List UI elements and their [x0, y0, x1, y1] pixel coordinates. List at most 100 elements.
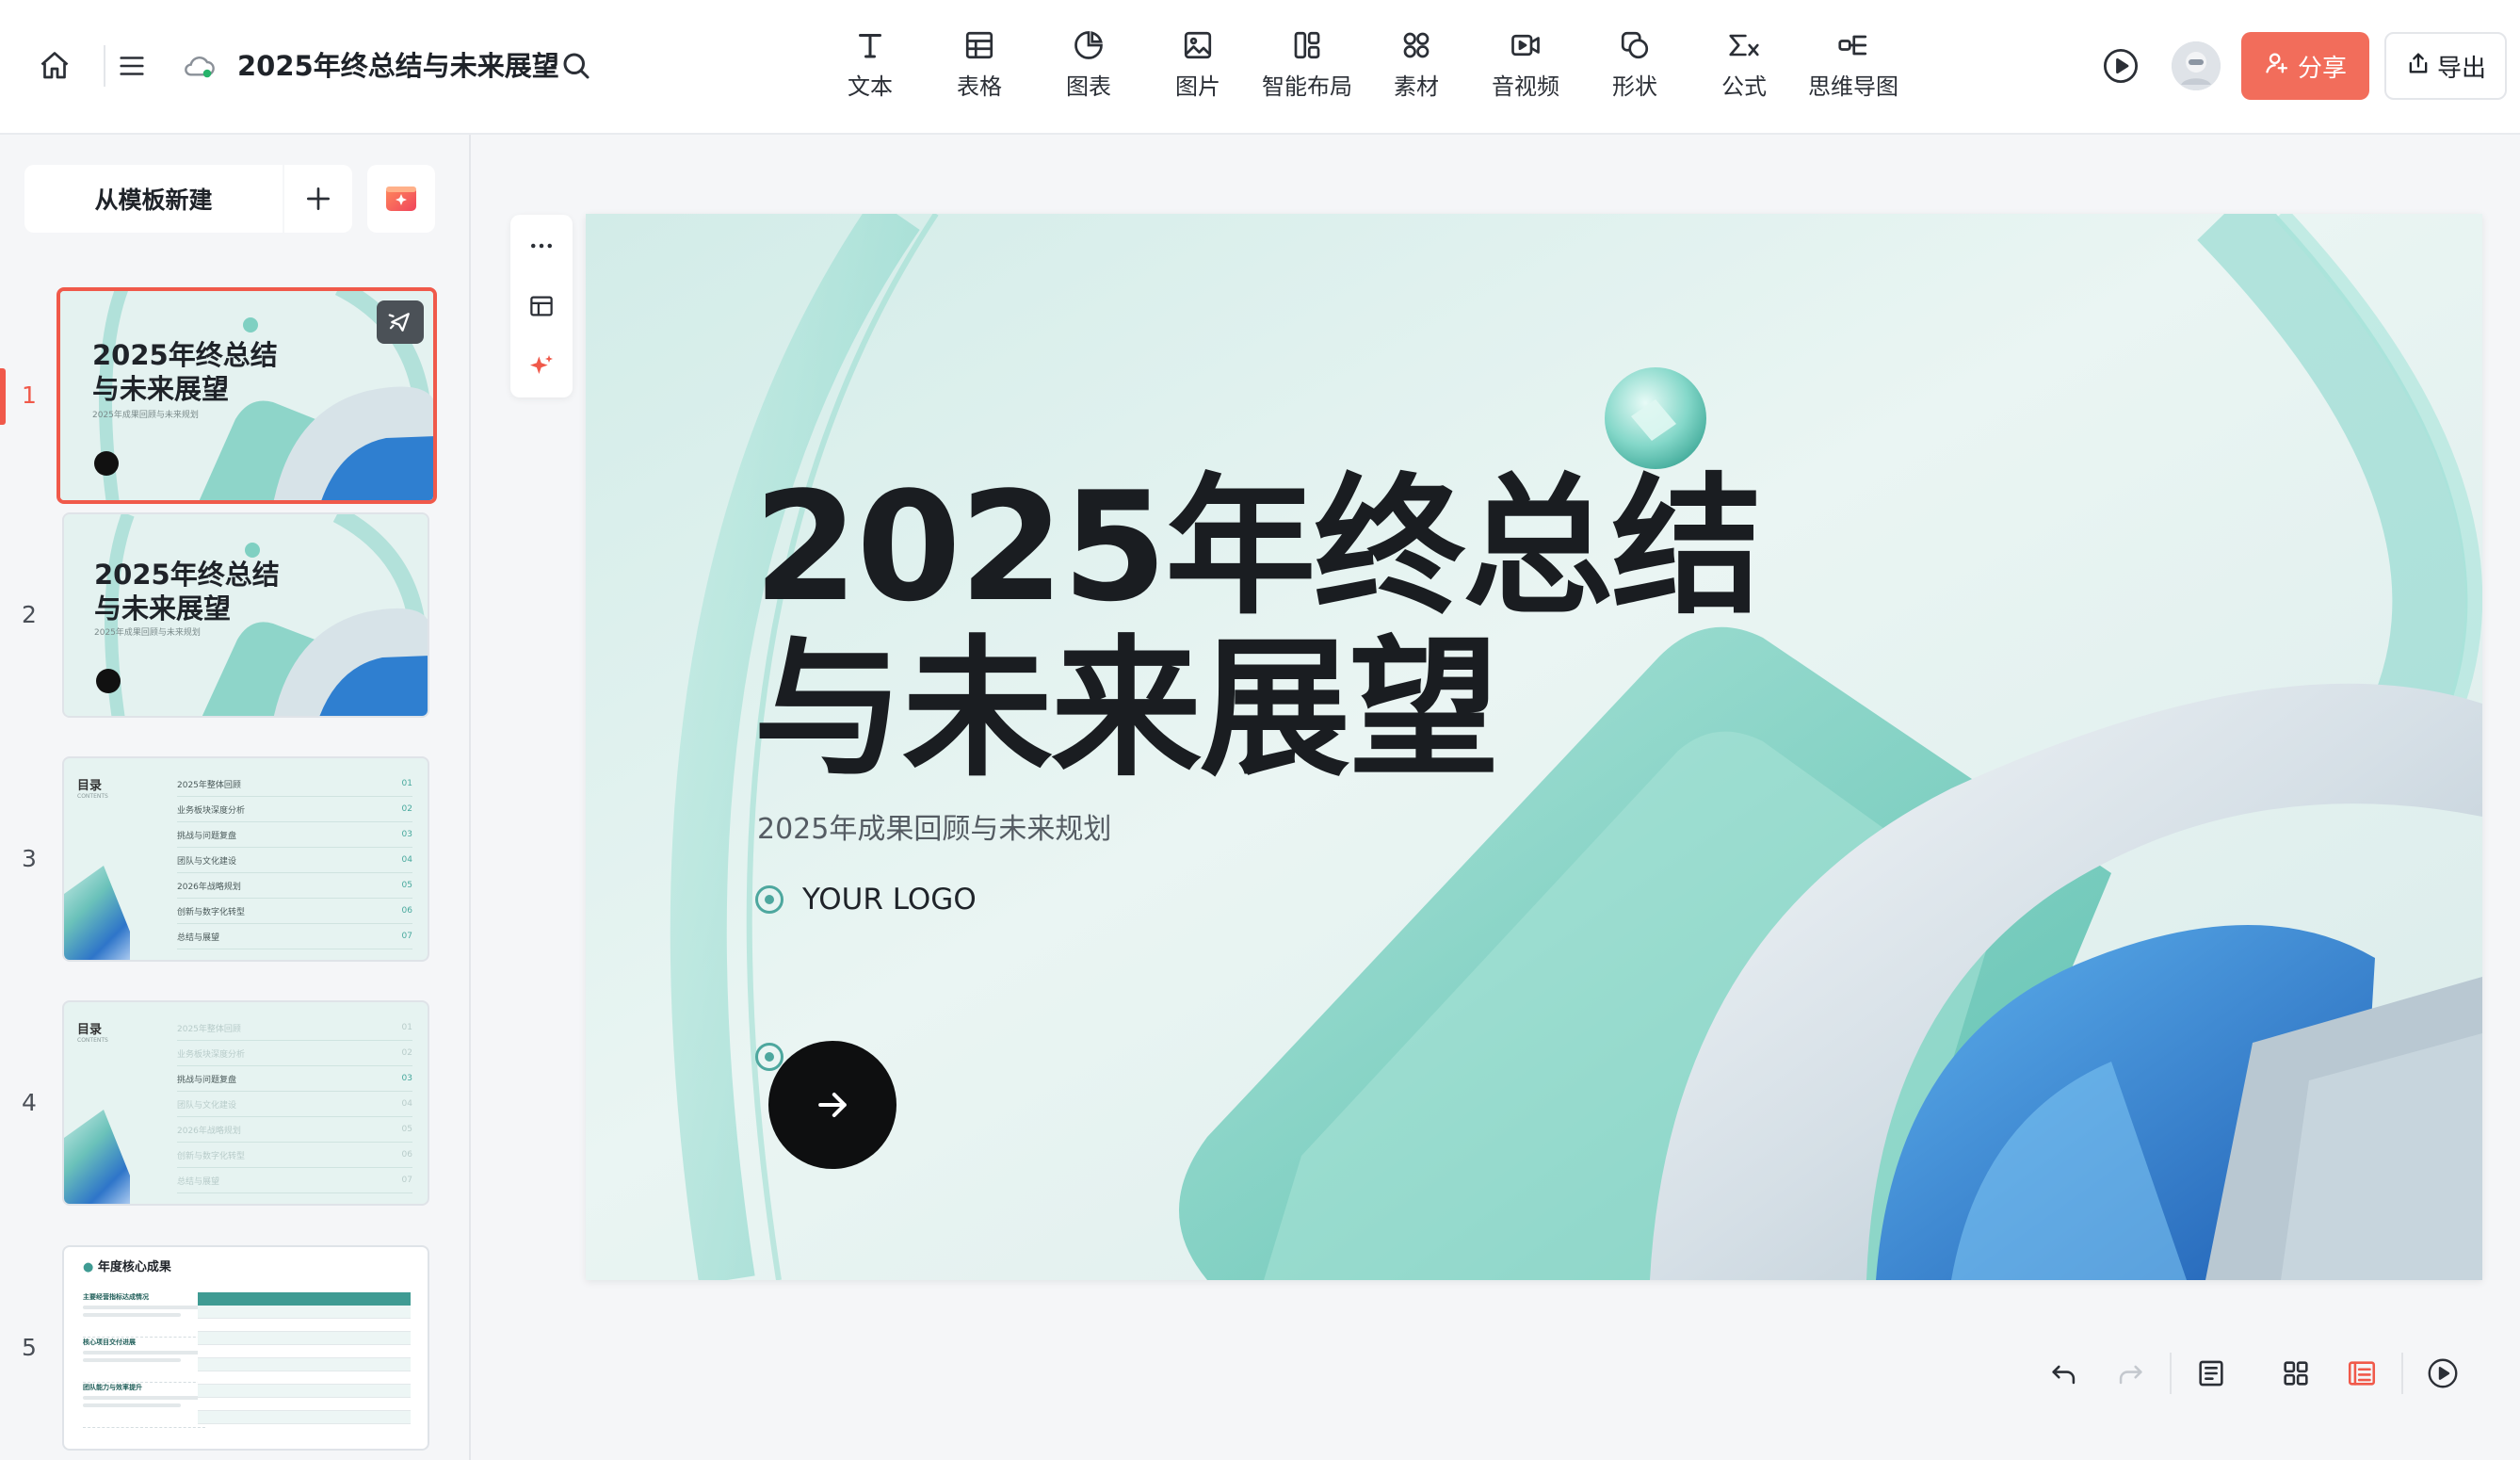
tool-smart-layout[interactable]: 智能布局: [1252, 24, 1362, 111]
toc-heading: 目录 CONTENTS: [77, 1023, 108, 1044]
image-icon: [1177, 24, 1219, 66]
toc-row: 2025年整体回顾 01: [177, 1015, 412, 1041]
tool-formula[interactable]: 公式: [1689, 24, 1799, 111]
video-icon: [1505, 24, 1546, 66]
table-header: [198, 1292, 411, 1306]
animation-badge-icon[interactable]: [377, 300, 424, 344]
undo-icon[interactable]: [2038, 1347, 2091, 1400]
document-title[interactable]: 2025年终总结与未来展望: [237, 45, 559, 87]
header-divider: [104, 45, 105, 87]
slide-thumbnail-1[interactable]: 1 2025年终总结 与未来展望 2025年成果回顾与未来规划: [0, 287, 471, 504]
menu-icon[interactable]: [107, 41, 156, 90]
achievement-list: 主要经营指标达成情况 核心项目交付进展 团队能力与效率提升: [83, 1292, 205, 1428]
slide-panel: 从模板新建 1 2025年终总结 与未来展望 2025年成果回顾与未来规划 2 …: [0, 135, 471, 1460]
grid-view-icon[interactable]: [2270, 1347, 2322, 1400]
normal-view-icon[interactable]: [2335, 1347, 2388, 1400]
toc-row: 2026年战略规划 05: [177, 873, 412, 899]
slide-preview: 2025年终总结 与未来展望 2025年成果回顾与未来规划: [57, 287, 437, 504]
tool-label: 图表: [1066, 73, 1111, 100]
editor-canvas: 2025年终总结 与未来展望 2025年成果回顾与未来规划 YOUR LOGO: [473, 135, 2520, 1460]
table-row: [198, 1319, 411, 1332]
slide-thumbnail-2[interactable]: 2 2025年终总结 与未来展望 2025年成果回顾与未来规划: [0, 511, 471, 722]
search-icon[interactable]: [552, 41, 601, 90]
table-row: [198, 1332, 411, 1345]
smart-layout-icon: [1286, 24, 1328, 66]
text-icon: [849, 24, 891, 66]
export-icon: [2405, 50, 2431, 83]
arrow-circle-button[interactable]: [768, 1041, 897, 1169]
share-label: 分享: [2297, 54, 2347, 83]
toc-row: 2026年战略规划 05: [177, 1117, 412, 1143]
tool-label: 素材: [1394, 73, 1439, 100]
slide-title[interactable]: 2025年终总结 与未来展望: [753, 466, 1762, 790]
slide-thumbnail-3[interactable]: 3 目录 CONTENTS 2025年整体回顾 01 业务板块深度分析 02 挑战与问…: [0, 754, 471, 965]
tool-label: 表格: [957, 73, 1002, 100]
table-row: [198, 1385, 411, 1398]
insert-toolbar: 文本 表格 图表 图片 智能布局 素材 音视频 形状 公式 思维导图: [816, 24, 1908, 111]
toc-row-highlighted: 挑战与问题复盘 03: [177, 1066, 412, 1092]
formula-icon: [1723, 24, 1765, 66]
more-icon[interactable]: [510, 217, 573, 275]
tool-assets[interactable]: 素材: [1362, 24, 1471, 111]
tool-text[interactable]: 文本: [816, 24, 925, 111]
slide-number: 3: [22, 845, 37, 872]
slide-title-text: ● 年度核心成果: [83, 1260, 171, 1274]
avatar[interactable]: [2172, 41, 2221, 90]
tool-image[interactable]: 图片: [1143, 24, 1252, 111]
notes-icon[interactable]: [2185, 1347, 2237, 1400]
layout-icon[interactable]: [510, 277, 573, 335]
table-row: [198, 1398, 411, 1411]
export-button[interactable]: 导出: [2384, 32, 2507, 100]
table-row: [198, 1306, 411, 1319]
toc-row: 总结与展望 07: [177, 1168, 412, 1193]
tool-label: 智能布局: [1262, 73, 1352, 100]
redo-icon[interactable]: [2104, 1347, 2157, 1400]
tool-chart[interactable]: 图表: [1034, 24, 1143, 111]
add-slide-button[interactable]: [284, 165, 352, 233]
ai-generate-button[interactable]: [367, 165, 435, 233]
chart-icon: [1068, 24, 1109, 66]
slideshow-play-icon[interactable]: [2416, 1347, 2469, 1400]
toc-row: 业务板块深度分析 02: [177, 1041, 412, 1066]
toc-row: 团队与文化建设 04: [177, 848, 412, 873]
current-slide[interactable]: 2025年终总结 与未来展望 2025年成果回顾与未来规划 YOUR LOGO: [586, 214, 2482, 1280]
home-icon[interactable]: [30, 41, 79, 90]
decorative-shape: [64, 866, 130, 960]
toc-list: 2025年整体回顾 01 业务板块深度分析 02 挑战与问题复盘 03 团队与文化建设…: [177, 1015, 412, 1193]
present-button[interactable]: [2096, 41, 2145, 90]
tool-mindmap[interactable]: 思维导图: [1799, 24, 1908, 111]
tool-video[interactable]: 音视频: [1471, 24, 1580, 111]
slide-preview: 目录 CONTENTS 2025年整体回顾 01 业务板块深度分析 02 挑战与问题复…: [62, 1000, 429, 1206]
slide-thumbnail-5[interactable]: 5 ● 年度核心成果 主要经营指标达成情况 核心项目交付进展 团队能力与效率提升: [0, 1243, 471, 1454]
share-button[interactable]: 分享: [2241, 32, 2369, 100]
mindmap-icon: [1833, 24, 1874, 66]
bottom-toolbar: [2038, 1347, 2469, 1400]
shape-icon: [1614, 24, 1656, 66]
arrow-dot: [94, 451, 119, 476]
share-user-icon: [2264, 50, 2290, 83]
top-toolbar: 2025年终总结与未来展望 文本 表格 图表 图片 智能布局 素材 音视频 形状…: [0, 0, 2520, 135]
slide-subtitle-text: 2025年成果回顾与未来规划: [94, 628, 201, 638]
slide-number: 4: [22, 1089, 37, 1116]
tool-table[interactable]: 表格: [925, 24, 1034, 111]
slide-subtitle[interactable]: 2025年成果回顾与未来规划: [757, 805, 1111, 847]
slide-title-text: 2025年终总结 与未来展望: [94, 559, 280, 625]
tool-shape[interactable]: 形状: [1580, 24, 1689, 111]
arrow-right-icon: [818, 1092, 847, 1118]
logo-text[interactable]: YOUR LOGO: [802, 883, 977, 917]
slide-float-toolbar: [510, 215, 573, 397]
toc-row: 团队与文化建设 04: [177, 1092, 412, 1117]
table-row: [198, 1411, 411, 1424]
export-label: 导出: [2436, 54, 2486, 83]
title-bullet-icon: ●: [83, 1260, 98, 1274]
ai-sparkle-icon[interactable]: [510, 337, 573, 396]
slide-thumbnail-4[interactable]: 4 目录 CONTENTS 2025年整体回顾 01 业务板块深度分析 02 挑战与问…: [0, 998, 471, 1209]
new-from-template-button[interactable]: 从模板新建: [24, 165, 283, 233]
toc-row: 创新与数字化转型 06: [177, 1143, 412, 1168]
table-row: [198, 1358, 411, 1371]
tool-label: 音视频: [1492, 73, 1559, 100]
slide-preview: ● 年度核心成果 主要经营指标达成情况 核心项目交付进展 团队能力与效率提升: [62, 1245, 429, 1451]
tool-label: 图片: [1175, 73, 1220, 100]
slide-number: 2: [22, 601, 37, 628]
list-item: 核心项目交付进展: [83, 1338, 205, 1383]
